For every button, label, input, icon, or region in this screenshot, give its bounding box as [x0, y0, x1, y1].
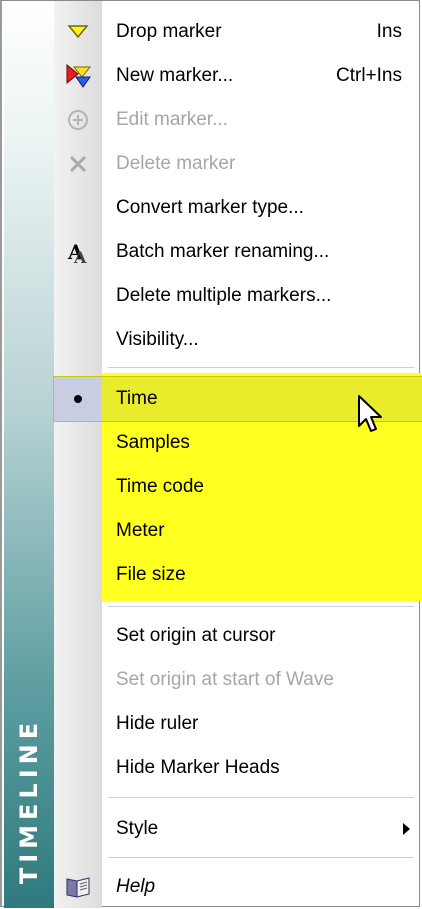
menu-sidebar-banner: TIMELINE [4, 1, 54, 908]
menu-separator [108, 606, 414, 607]
menu-separator [108, 857, 414, 858]
menu-item-time-code[interactable]: Time code [54, 465, 422, 509]
menu-item-delete-multiple-markers[interactable]: Delete multiple markers... [54, 274, 422, 318]
menu-separator [108, 367, 414, 368]
menu-item-new-marker[interactable]: New marker... Ctrl+Ins [54, 54, 422, 98]
menu-item-help[interactable]: Help [54, 865, 422, 909]
delete-marker-icon [54, 142, 102, 186]
menu-item-hide-ruler[interactable]: Hide ruler [54, 702, 422, 746]
submenu-arrow-icon [403, 823, 410, 835]
edit-marker-icon [54, 98, 102, 142]
menu-item-delete-marker[interactable]: Delete marker [54, 142, 422, 186]
new-marker-icon [54, 54, 102, 98]
menu-item-set-origin-at-start[interactable]: Set origin at start of Wave [54, 658, 422, 702]
menu-item-hide-marker-heads[interactable]: Hide Marker Heads [54, 746, 422, 790]
svg-text:A: A [73, 248, 87, 265]
menu-item-visibility[interactable]: Visibility... [54, 318, 422, 362]
help-book-icon [54, 865, 102, 909]
menu-item-file-size[interactable]: File size [54, 553, 422, 597]
menu-item-edit-marker[interactable]: Edit marker... [54, 98, 422, 142]
menu-item-batch-marker-renaming[interactable]: A A Batch marker renaming... [54, 230, 422, 274]
context-menu: TIMELINE Drop marker Ins New marker... C… [0, 0, 422, 909]
menu-item-meter[interactable]: Meter [54, 509, 422, 553]
menu-separator [108, 797, 414, 798]
menu-item-convert-marker-type[interactable]: Convert marker type... [54, 186, 422, 230]
radio-selected-dot-icon [54, 377, 102, 421]
sidebar-title: TIMELINE [15, 717, 43, 885]
menu-item-drop-marker[interactable]: Drop marker Ins [54, 10, 422, 54]
menu-item-style[interactable]: Style [54, 807, 422, 851]
drop-marker-icon [54, 10, 102, 54]
batch-rename-icon: A A [54, 230, 102, 274]
menu-item-set-origin-at-cursor[interactable]: Set origin at cursor [54, 614, 422, 658]
mouse-pointer-icon [358, 395, 382, 432]
